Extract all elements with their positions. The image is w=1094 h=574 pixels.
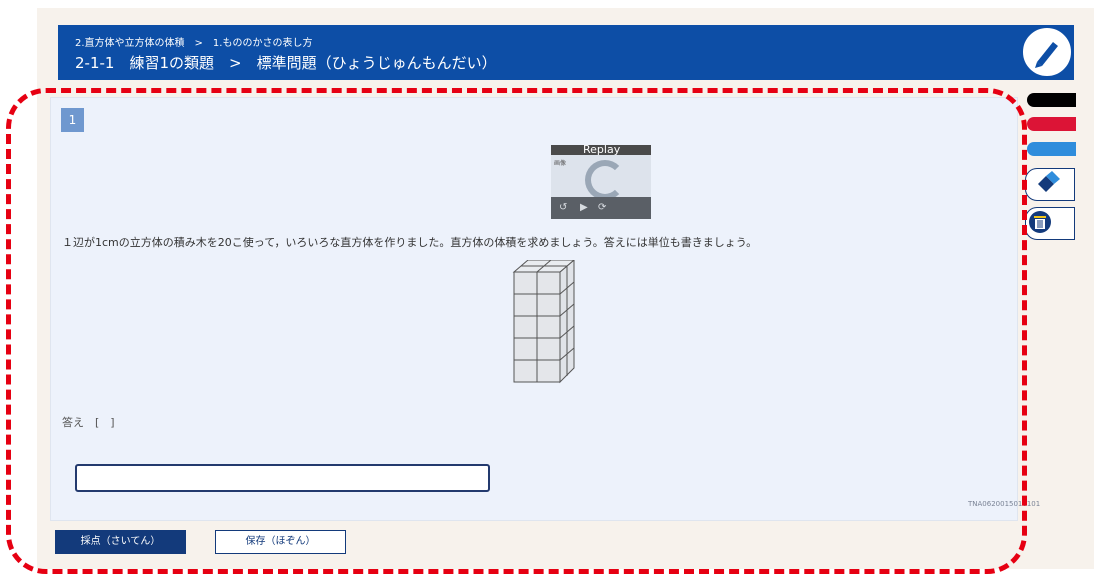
thumbnail-text: 画像: [554, 160, 567, 167]
eraser-button[interactable]: [1025, 168, 1075, 201]
reload-icon[interactable]: ⟳: [598, 197, 606, 219]
play-icon[interactable]: ▶: [580, 197, 588, 219]
trash-button[interactable]: [1025, 207, 1075, 240]
rewind-icon[interactable]: ↺: [559, 197, 567, 219]
video-thumbnail: 画像: [551, 155, 651, 200]
black-pen-tool[interactable]: [1027, 93, 1076, 107]
pencil-icon: [1035, 42, 1058, 68]
video-controls: ↺ ▶ ⟳: [551, 197, 651, 219]
breadcrumb: 2.直方体や立方体の体積 > 1.もののかさの表し方: [75, 38, 313, 49]
trash-icon: [1029, 211, 1051, 233]
replay-arrow-icon: [585, 160, 625, 200]
question-text: １辺が1cmの立方体の積み木を20こ使って，いろいろな直方体を作りました。直方体…: [62, 236, 758, 249]
question-number: 1: [61, 108, 84, 132]
question-code: TNA0620015010101: [968, 500, 1041, 508]
pencil-button[interactable]: [1021, 26, 1073, 78]
page-title: 2-1-1 練習1の類題 > 標準問題（ひょうじゅんもんだい）: [75, 54, 497, 72]
answer-input[interactable]: [75, 464, 490, 492]
eraser-icon: [1038, 171, 1060, 192]
blue-pen-tool[interactable]: [1027, 142, 1076, 156]
lesson-header: 2.直方体や立方体の体積 > 1.もののかさの表し方 2-1-1 練習1の類題 …: [58, 25, 1074, 80]
score-button[interactable]: 採点（さいてん）: [55, 530, 186, 554]
red-pen-tool[interactable]: [1027, 117, 1076, 131]
cube-stack-figure: [510, 258, 580, 390]
save-button[interactable]: 保存（ほぞん）: [215, 530, 346, 554]
video-player[interactable]: Replay 画像 ↺ ▶ ⟳: [551, 143, 651, 220]
answer-label: 答え [ ]: [62, 416, 115, 429]
